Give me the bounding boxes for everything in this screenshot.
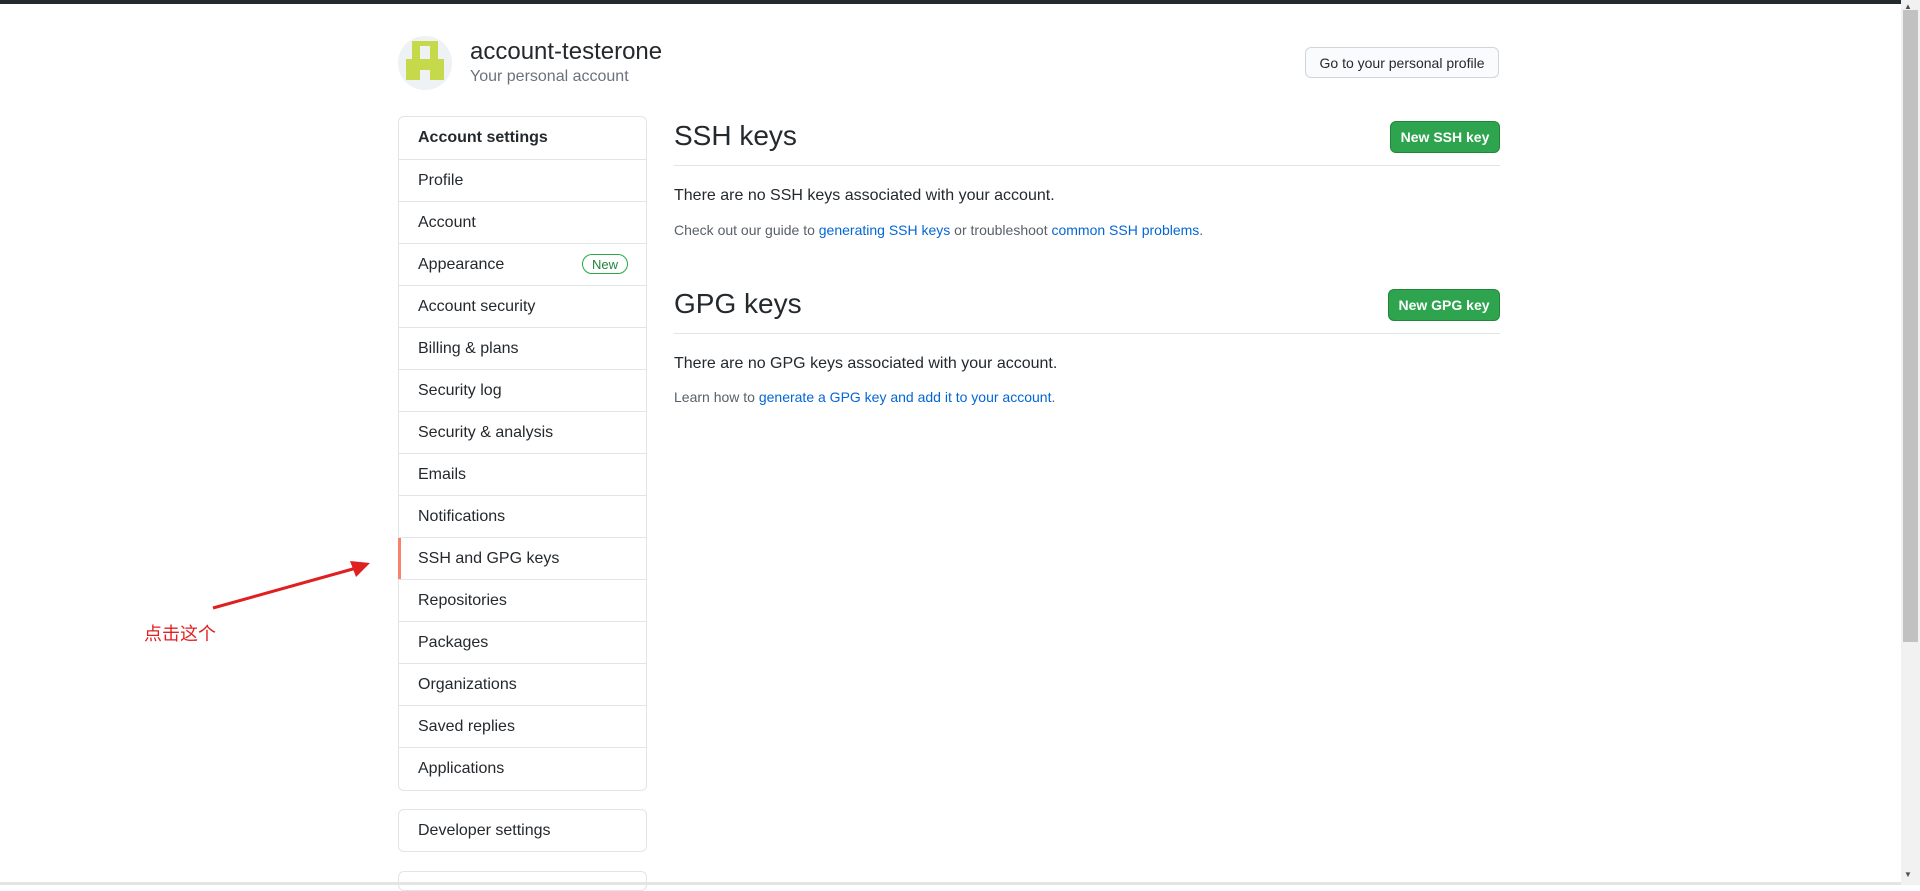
sidebar-item-security-log[interactable]: Security log: [399, 370, 646, 412]
sidebar-item-notifications[interactable]: Notifications: [399, 496, 646, 538]
sidebar-item-packages[interactable]: Packages: [399, 622, 646, 664]
sidebar-item-repositories[interactable]: Repositories: [399, 580, 646, 622]
sidebar-item-organizations[interactable]: Organizations: [399, 664, 646, 706]
sidebar-item-label: Applications: [418, 760, 505, 777]
gpg-note-prefix: Learn how to: [674, 389, 759, 405]
sidebar-item-applications[interactable]: Applications: [399, 748, 646, 790]
sidebar-item-label: Account security: [418, 297, 536, 315]
user-avatar[interactable]: [398, 36, 452, 90]
gpg-note-suffix: .: [1051, 389, 1056, 405]
sidebar-item-label: Saved replies: [418, 717, 515, 735]
account-subtitle: Your personal account: [470, 68, 629, 85]
scrollbar-thumb[interactable]: [1903, 10, 1918, 642]
sidebar-item-label: Organizations: [418, 675, 517, 693]
gpg-keys-title: GPG keys: [674, 288, 802, 319]
sidebar-item-saved-replies[interactable]: Saved replies: [399, 706, 646, 748]
gpg-empty-message: There are no GPG keys associated with yo…: [674, 355, 1058, 372]
sidebar-item-label: Profile: [418, 171, 464, 189]
new-ssh-key-button[interactable]: New SSH key: [1390, 121, 1500, 153]
sidebar-item-label: SSH and GPG keys: [418, 549, 560, 567]
new-badge: New: [581, 254, 628, 274]
sidebar-item-billing[interactable]: Billing & plans: [399, 328, 646, 370]
ssh-note-prefix: Check out our guide to: [674, 222, 819, 238]
generating-ssh-keys-link[interactable]: generating SSH keys: [819, 222, 951, 238]
ssh-keys-title: SSH keys: [674, 120, 797, 151]
ssh-divider: [674, 165, 1500, 166]
sidebar-item-label: Appearance: [418, 255, 505, 273]
sidebar-item-emails[interactable]: Emails: [399, 454, 646, 496]
common-ssh-problems-link[interactable]: common SSH problems: [1051, 222, 1199, 238]
sidebar-next-menu: [398, 871, 647, 891]
sidebar-item-label: Notifications: [418, 507, 506, 525]
annotation-arrow-icon: [212, 561, 370, 610]
sidebar-item-profile[interactable]: Profile: [399, 160, 646, 202]
sidebar-item-appearance[interactable]: Appearance New: [399, 244, 646, 286]
account-username[interactable]: account-testerone: [470, 38, 662, 66]
sidebar-item-label: Security & analysis: [418, 423, 554, 441]
sidebar-item-label: Developer settings: [418, 821, 551, 839]
sidebar-heading: Account settings: [399, 117, 646, 160]
ssh-note-suffix: .: [1199, 222, 1204, 238]
sidebar-item-account-security[interactable]: Account security: [399, 286, 646, 328]
sidebar-item-label: Account: [418, 213, 476, 231]
sidebar-item-label: Packages: [418, 633, 489, 651]
settings-sidebar-menu: Account settings Profile Account Appeara…: [398, 116, 647, 791]
identicon-icon: [398, 36, 452, 90]
sidebar-item-ssh-gpg-keys[interactable]: SSH and GPG keys: [398, 538, 646, 580]
go-to-profile-button[interactable]: Go to your personal profile: [1305, 47, 1499, 78]
sidebar-item-label: Security log: [418, 381, 502, 399]
gpg-divider: [674, 333, 1500, 334]
scroll-down-arrow-icon[interactable]: ▼: [1904, 870, 1912, 879]
sidebar-item-label: Emails: [418, 465, 467, 483]
generate-gpg-key-link[interactable]: generate a GPG key and add it to your ac…: [759, 389, 1052, 405]
sidebar-item-security-analysis[interactable]: Security & analysis: [399, 412, 646, 454]
annotation-text: 点击这个: [144, 624, 216, 644]
ssh-note-middle: or troubleshoot: [950, 222, 1052, 238]
gpg-help-note: Learn how to generate a GPG key and add …: [674, 389, 1055, 405]
sidebar-item-account[interactable]: Account: [399, 202, 646, 244]
ssh-help-note: Check out our guide to generating SSH ke…: [674, 222, 1203, 238]
sidebar-item-developer-settings[interactable]: Developer settings: [398, 809, 647, 852]
ssh-empty-message: There are no SSH keys associated with yo…: [674, 187, 1055, 204]
sidebar-item-label: Billing & plans: [418, 339, 519, 357]
new-gpg-key-button[interactable]: New GPG key: [1388, 289, 1500, 321]
sidebar-item-label: Repositories: [418, 591, 507, 609]
